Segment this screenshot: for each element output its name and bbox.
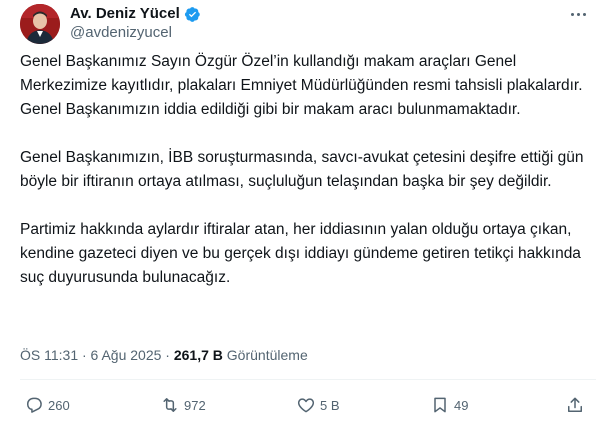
bookmark-icon <box>434 397 446 413</box>
tweet-timestamp[interactable]: ÖS 11:31 · 6 Ağu 2025 <box>20 347 161 363</box>
like-count: 5 B <box>320 397 340 413</box>
like-icon <box>297 398 315 413</box>
share-icon <box>568 397 582 412</box>
author-name-row: Av. Deniz Yücel <box>70 4 201 24</box>
meta-separator: · <box>161 347 174 363</box>
tweet-paragraph-1: Genel Başkanımız Sayın Özgür Özel’in kul… <box>20 53 583 118</box>
reply-icon <box>27 397 42 413</box>
views-count: 261,7 B <box>173 347 223 363</box>
retweet-count: 972 <box>184 397 206 413</box>
tweet-paragraph-2: Genel Başkanımızın, İBB soruşturmasında,… <box>20 149 584 190</box>
share-button[interactable] <box>565 393 585 417</box>
bookmark-count: 49 <box>454 397 469 413</box>
like-button[interactable]: 5 B <box>296 393 340 417</box>
tweet-text: Genel Başkanımız Sayın Özgür Özel’in kul… <box>20 50 595 314</box>
avatar-portrait-image <box>20 4 60 44</box>
action-bar: 260 972 5 B 49 <box>20 393 596 417</box>
retweet-button[interactable]: 972 <box>160 393 206 417</box>
more-options-icon[interactable] <box>566 4 590 24</box>
tweet-meta: ÖS 11:31 · 6 Ağu 2025 · 261,7 B Görüntül… <box>20 345 308 365</box>
author-display-name[interactable]: Av. Deniz Yücel <box>70 4 180 24</box>
tweet-card: Av. Deniz Yücel @avdenizyucel Genel Başk… <box>0 0 616 427</box>
views-label: Görüntüleme <box>226 347 308 363</box>
reply-count: 260 <box>48 397 70 413</box>
bookmark-button[interactable]: 49 <box>430 393 468 417</box>
retweet-icon <box>163 398 177 412</box>
divider <box>20 379 596 380</box>
verified-badge-icon[interactable] <box>184 6 201 23</box>
avatar[interactable] <box>20 4 60 44</box>
author-handle[interactable]: @avdenizyucel <box>70 23 172 43</box>
reply-button[interactable]: 260 <box>24 393 70 417</box>
tweet-paragraph-3: Partimiz hakkında aylardır iftiralar ata… <box>20 221 581 286</box>
